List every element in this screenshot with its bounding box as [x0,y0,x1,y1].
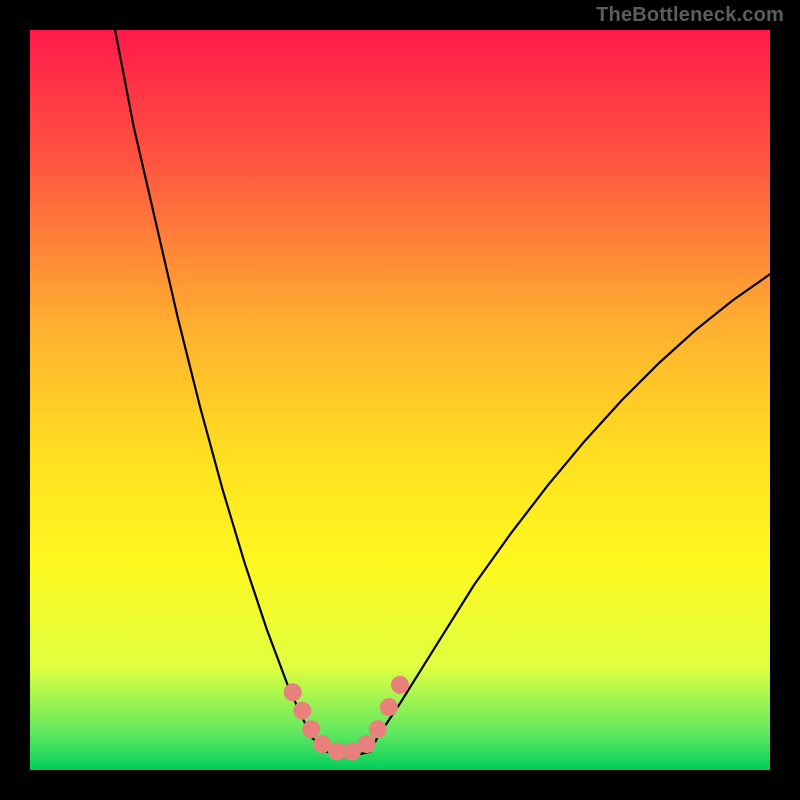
chart-frame: TheBottleneck.com [0,0,800,800]
watermark-text: TheBottleneck.com [596,4,784,27]
highlight-dot [391,676,409,694]
highlight-dot [293,702,311,720]
highlight-dot [358,735,376,753]
highlight-dot [380,698,398,716]
chart-svg [30,30,770,770]
highlight-dot [302,720,320,738]
highlight-dot [284,683,302,701]
highlight-dot [369,720,387,738]
plot-area [30,30,770,770]
